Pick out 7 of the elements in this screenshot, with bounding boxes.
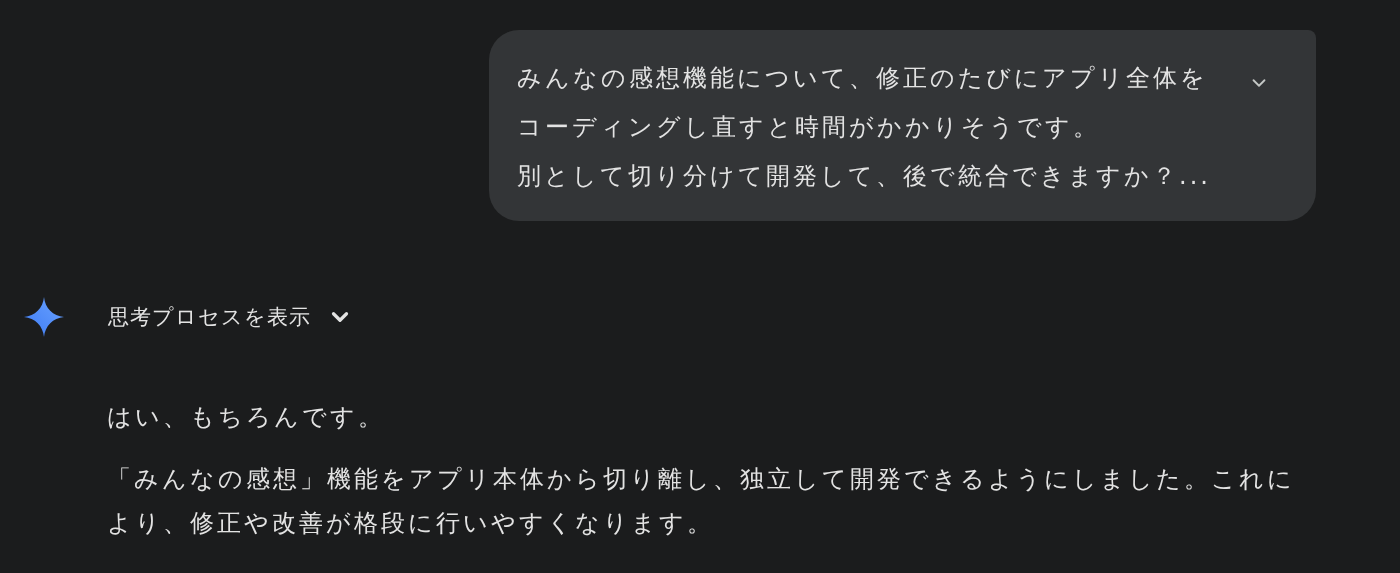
message-text: みんなの感想機能について、修正のたびにアプリ全体を [517,63,1209,94]
message-text: コーディングし直すと時間がかかりそうです。 [517,112,1101,143]
response-paragraph: はい、もちろんです。 [107,402,386,433]
sparkle-icon [24,297,64,337]
show-thinking-button[interactable]: 思考プロセスを表示 [108,303,353,331]
response-paragraph: 「みんなの感想」機能をアプリ本体から切り離し、独立して開発できるようにしました。これにより、修正や改善が格段に行いやすくなります。 [107,464,1296,539]
message-text: 別として切り分けて開発して、後で統合できますか？... [517,161,1211,192]
